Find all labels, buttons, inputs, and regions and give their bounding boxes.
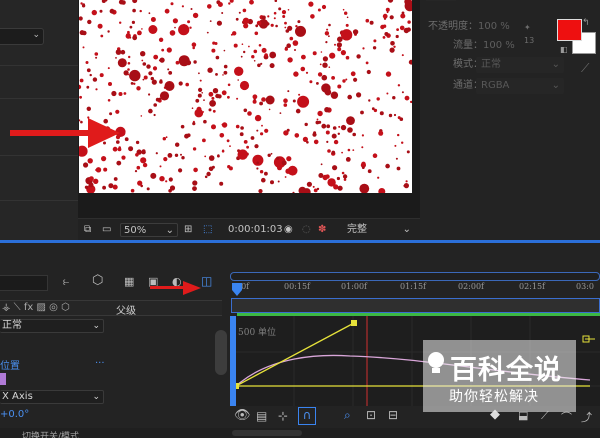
red-arrow-icon bbox=[10, 118, 120, 148]
zoom-slider[interactable] bbox=[232, 430, 302, 436]
watermark-subtitle: 助你轻松解决 bbox=[449, 389, 539, 405]
opacity-row: 不透明度：100 % bbox=[428, 21, 510, 32]
panel-divider bbox=[0, 65, 78, 66]
monitor-icon[interactable]: ▭ bbox=[102, 223, 111, 237]
chevron-down-icon: ⌄ bbox=[551, 59, 560, 70]
fit-selection-icon[interactable]: ⊡ bbox=[366, 408, 376, 422]
graph-unit-label: 500 单位 bbox=[238, 328, 277, 338]
viewer-toolbar: ⧉ ▭ 50% ⌄ ⊞ ⬚ 0:00:01:03 ◉ ◌ ✽ 完整 ⌄ bbox=[78, 218, 420, 240]
chevron-down-icon: ⌄ bbox=[551, 80, 560, 91]
panel-divider bbox=[0, 98, 78, 99]
watermark-title: 百科全说 bbox=[450, 355, 562, 386]
chevron-down-icon: ⌄ bbox=[92, 392, 100, 402]
timecode[interactable]: 0:00:01:03 bbox=[228, 223, 283, 237]
snapshot-icon[interactable]: ⧉ bbox=[84, 223, 91, 237]
expression-icon bbox=[0, 373, 6, 385]
eyedropper-icon[interactable]: ⟋ bbox=[581, 60, 589, 76]
opacity-value[interactable]: 100 % bbox=[478, 21, 510, 32]
layer-row: 位置 ... bbox=[0, 355, 215, 373]
mode-dropdown[interactable]: 正常 ⌄ bbox=[476, 57, 564, 73]
axis-dropdown[interactable]: X Axis ⌄ bbox=[0, 390, 104, 404]
toggle-switches-modes-button[interactable]: 切换开关/模式 bbox=[22, 429, 79, 438]
paint-splatter bbox=[79, 0, 412, 193]
timeline-search-input[interactable] bbox=[0, 275, 48, 291]
swap-colors-icon[interactable]: ↰ bbox=[582, 18, 590, 28]
parent-column-label: 父级 bbox=[116, 306, 136, 317]
snap-icon[interactable]: ∩ bbox=[298, 407, 316, 425]
layer-row: +0.0° bbox=[0, 407, 215, 425]
composition-canvas[interactable] bbox=[79, 0, 412, 193]
playhead-line bbox=[230, 316, 236, 406]
playhead-icon[interactable] bbox=[232, 283, 244, 297]
show-properties-icon[interactable]: ▤ bbox=[256, 409, 267, 423]
fit-icon[interactable]: ⊞ bbox=[184, 223, 192, 237]
flow-row: 流量：100 % bbox=[453, 40, 515, 51]
foreground-color-swatch[interactable] bbox=[557, 19, 582, 41]
mask-icon[interactable]: ⬚ bbox=[203, 223, 212, 237]
red-arrow-icon bbox=[150, 281, 201, 295]
switch-icons: ⚶ ⟍ fx ▨ ◎ ⬡ bbox=[2, 302, 70, 313]
bulb-logo-icon bbox=[428, 352, 444, 373]
graph-editor-icon[interactable]: ◫ bbox=[201, 274, 212, 288]
layer-row: 正常 ⌄ bbox=[0, 317, 215, 335]
panel-divider bbox=[0, 200, 78, 201]
position-property[interactable]: 位置 bbox=[0, 357, 20, 372]
layer-row: X Axis ⌄ bbox=[0, 388, 215, 406]
camera-icon[interactable]: ◉ bbox=[284, 223, 293, 237]
work-area-bar[interactable] bbox=[231, 298, 600, 313]
quality-dropdown[interactable]: 完整 ⌄ bbox=[344, 223, 414, 237]
chevron-down-icon: ⌄ bbox=[32, 30, 40, 40]
time-ruler[interactable]: 00f 00:15f 01:00f 01:15f 02:00f 02:15f 0… bbox=[230, 281, 600, 297]
timeline-scrollbar[interactable] bbox=[215, 330, 227, 375]
default-colors-icon[interactable]: ◧ bbox=[560, 45, 568, 54]
time-navigator[interactable] bbox=[230, 272, 600, 281]
layer-column-header: ⚶ ⟍ fx ▨ ◎ ⬡ 父级 bbox=[0, 300, 222, 317]
project-dropdown[interactable]: ⌄ bbox=[0, 28, 44, 45]
rotation-value[interactable]: +0.0° bbox=[0, 409, 29, 420]
property-value-dots[interactable]: ... bbox=[95, 355, 105, 366]
panel-divider bbox=[0, 155, 78, 156]
zoom-dropdown[interactable]: 50% ⌄ bbox=[120, 223, 178, 237]
chevron-down-icon: ⌄ bbox=[165, 225, 174, 236]
fit-all-icon[interactable]: ⊟ bbox=[388, 408, 398, 422]
chevron-down-icon: ⌄ bbox=[402, 224, 411, 235]
eye-icon[interactable]: 👁 bbox=[234, 408, 251, 423]
channel-icon[interactable]: ◌ bbox=[302, 223, 311, 237]
channel-dropdown[interactable]: RGBA ⌄ bbox=[476, 78, 564, 94]
blend-mode-dropdown[interactable]: 正常 ⌄ bbox=[0, 319, 104, 333]
auto-zoom-icon[interactable]: ⌕ bbox=[344, 408, 351, 423]
flow-value[interactable]: 100 % bbox=[483, 40, 515, 51]
chevron-down-icon: ⌄ bbox=[92, 321, 100, 331]
panel-tab bbox=[426, 0, 456, 1]
frame-blending-icon[interactable]: ▦ bbox=[124, 275, 134, 288]
brush-size[interactable]: 13 bbox=[524, 33, 534, 49]
easy-ease-icon[interactable]: ⤴ bbox=[581, 409, 592, 425]
color-channels-icon[interactable]: ✽ bbox=[318, 223, 326, 237]
draft-3d-icon[interactable]: ⬡ bbox=[92, 273, 103, 288]
transform-box-icon[interactable]: ⊹ bbox=[278, 409, 288, 423]
shy-layers-icon[interactable]: ⥼ bbox=[63, 275, 69, 289]
